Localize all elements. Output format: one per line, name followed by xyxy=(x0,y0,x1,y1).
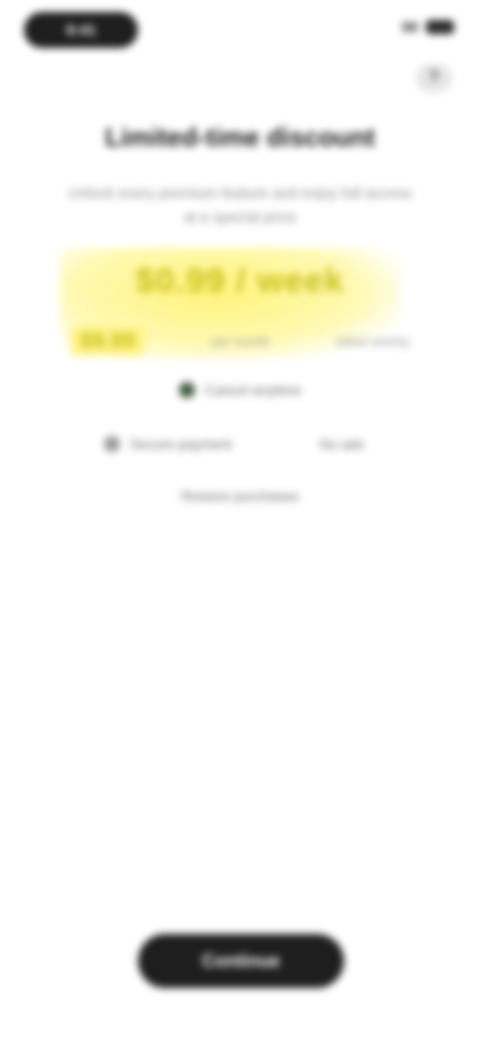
continue-button[interactable]: Continue xyxy=(138,934,344,988)
price-note-secondary: billed weekly xyxy=(336,333,410,349)
feature-row-secondary: Secure payment No ads xyxy=(104,436,364,452)
status-indicators xyxy=(402,20,454,34)
price-row: $9.99 per month billed weekly xyxy=(70,326,410,356)
signal-icon xyxy=(402,22,418,32)
price-note: per month xyxy=(211,333,270,349)
feature-cancel-anytime: Cancel anytime xyxy=(0,382,480,398)
screen: 9:41 ? Limited-time discount Unlock ever… xyxy=(0,0,480,1040)
restore-purchases-link[interactable]: Restore purchases xyxy=(0,488,480,504)
feature-label: Cancel anytime xyxy=(204,382,302,398)
continue-label: Continue xyxy=(202,950,280,971)
restore-label: Restore purchases xyxy=(181,488,299,504)
offer-description: Unlock every premium feature and enjoy f… xyxy=(68,185,412,226)
price-main: $0.99 / week xyxy=(135,262,345,300)
feature-no-ads: No ads xyxy=(319,436,364,452)
price-old: $9.99 xyxy=(70,326,146,356)
check-icon xyxy=(178,382,195,398)
help-label: ? xyxy=(429,69,439,86)
feature-label: Secure payment xyxy=(130,436,232,452)
help-button[interactable]: ? xyxy=(416,64,452,92)
offer-title: Limited-time discount xyxy=(104,122,376,152)
feature-secure-payment: Secure payment xyxy=(104,436,232,452)
status-time: 9:41 xyxy=(65,21,97,39)
lock-icon xyxy=(104,436,120,452)
battery-icon xyxy=(426,20,454,34)
status-time-pill: 9:41 xyxy=(24,12,138,48)
